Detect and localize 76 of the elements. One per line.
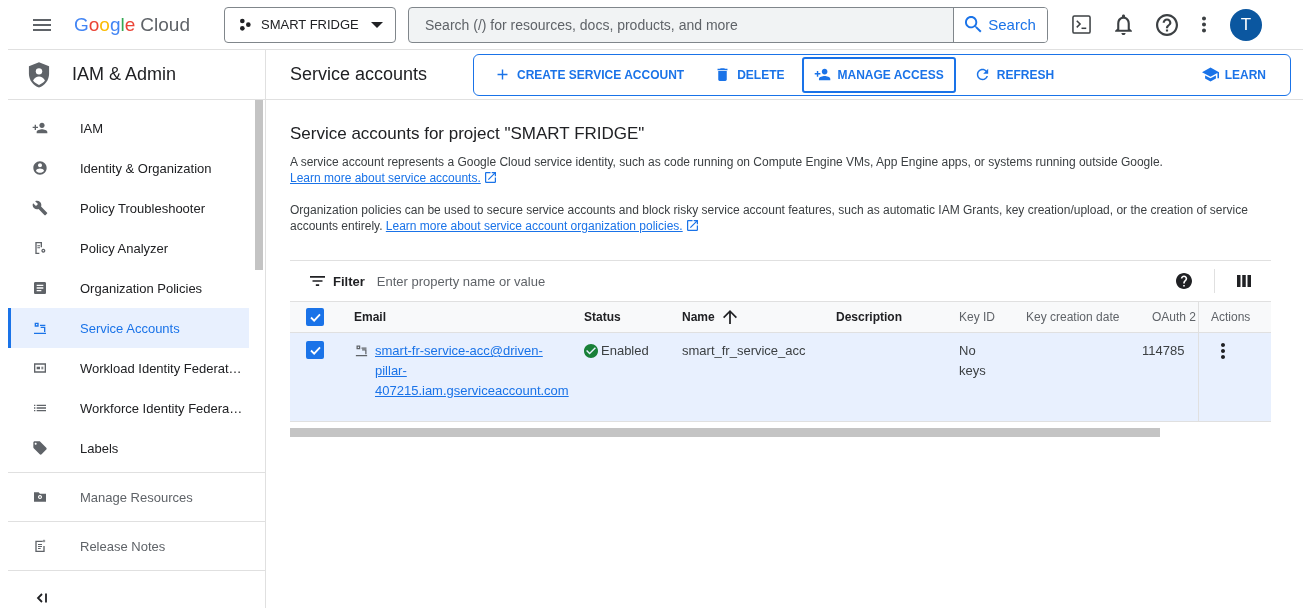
toolbar-button[interactable]: REFRESH xyxy=(961,56,1067,93)
help-icon[interactable] xyxy=(1156,13,1178,36)
description-paragraph: A service account represents a Google Cloud service identity, such as code running on Compute Engine VMs, App Engine apps, or systems running outside Google. Learn more about service accounts. xyxy=(290,154,1164,186)
collapse-icon[interactable] xyxy=(36,593,48,603)
more-icon[interactable] xyxy=(1221,343,1225,359)
sidebar-item[interactable]: Service Accounts xyxy=(8,308,249,348)
note-icon xyxy=(32,280,48,296)
check-icon xyxy=(309,312,321,322)
search-button[interactable]: Search xyxy=(953,7,1047,42)
project-icon xyxy=(237,16,253,33)
learn-more-link[interactable]: Learn more about service accounts. xyxy=(290,171,496,185)
search-icon xyxy=(965,16,983,33)
sidebar-item[interactable]: Manage Resources xyxy=(8,473,265,522)
sidebar-item[interactable]: Policy Analyzer xyxy=(8,228,249,268)
column-header[interactable]: OAuth 2 xyxy=(1152,310,1197,324)
column-header[interactable]: Name xyxy=(682,310,737,324)
column-header[interactable]: Key creation date xyxy=(1026,310,1120,324)
more-icon[interactable] xyxy=(1202,16,1206,33)
table-cell: 114785 xyxy=(1142,343,1185,358)
graduation-cap-icon xyxy=(1201,67,1219,82)
tag-icon xyxy=(32,440,48,456)
sidebar-item[interactable]: Workforce Identity Federa… xyxy=(8,388,249,428)
project-picker[interactable]: SMART FRIDGE xyxy=(224,6,396,43)
columns-icon[interactable] xyxy=(1237,275,1251,287)
shield-person-icon xyxy=(28,61,50,88)
sidebar-item[interactable]: Identity & Organization xyxy=(8,148,249,188)
service-account-icon xyxy=(354,343,369,358)
external-link-icon xyxy=(686,220,698,231)
column-header[interactable]: Actions xyxy=(1211,310,1251,324)
terminal-icon[interactable] xyxy=(1072,15,1091,34)
google-cloud-logo[interactable]: Google Cloud xyxy=(74,13,190,36)
section-heading: Service accounts for project "SMART FRIDGE" xyxy=(290,124,646,144)
toolbar-button[interactable]: CREATE SERVICE ACCOUNT xyxy=(482,56,697,93)
learn-button[interactable]: LEARN xyxy=(1189,56,1278,93)
column-header[interactable]: Status xyxy=(584,310,621,324)
learn-more-link[interactable]: Learn more about service account organization policies. xyxy=(385,219,698,233)
row-checkbox[interactable] xyxy=(306,341,324,359)
table-cell: smart_fr_service_acc xyxy=(682,343,806,358)
help-icon[interactable] xyxy=(1176,273,1192,289)
sidebar-item[interactable]: Release Notes xyxy=(8,522,265,571)
sidebar-item[interactable]: Labels xyxy=(8,428,249,468)
description-paragraph: Organization policies can be used to secure service accounts and block risky service account features, such as automatic IAM Grants, key creation/upload, or the creation of service accounts entirely. Learn more about service account organization policies. xyxy=(290,202,1249,234)
menu-icon[interactable] xyxy=(33,18,51,31)
column-header[interactable]: Email xyxy=(354,310,386,324)
search-field[interactable]: Search (/) for resources, docs, products, and more Search xyxy=(408,6,1048,43)
folder-gear-icon xyxy=(32,489,48,505)
select-all-checkbox[interactable] xyxy=(306,308,324,326)
document-icon xyxy=(32,240,48,256)
avatar[interactable]: T xyxy=(1230,8,1262,41)
sidebar-item[interactable]: Policy Troubleshooter xyxy=(8,188,249,228)
external-link-icon xyxy=(484,172,496,183)
page-title: Service accounts xyxy=(290,64,429,85)
notes-icon xyxy=(32,538,48,554)
check-icon xyxy=(309,345,321,355)
scrollbar[interactable] xyxy=(290,428,1160,437)
wrench-icon xyxy=(32,200,48,216)
person-add-icon xyxy=(814,66,832,83)
toolbar-button[interactable]: DELETE xyxy=(702,56,797,93)
sidebar-item[interactable]: IAM xyxy=(8,108,249,148)
person-add-icon xyxy=(32,120,48,136)
status-text: Enabled xyxy=(601,342,649,360)
filter-label: Filter xyxy=(333,273,365,289)
sort-up-icon xyxy=(722,310,737,324)
toolbar-button[interactable]: MANAGE ACCESS xyxy=(802,56,956,93)
filter-icon[interactable] xyxy=(310,276,325,286)
sidebar-item[interactable]: Organization Policies xyxy=(8,268,249,308)
service-account-icon xyxy=(32,320,48,336)
caret-icon xyxy=(371,21,383,28)
column-header[interactable]: Description xyxy=(836,310,902,324)
sidebar-title: IAM & Admin xyxy=(72,64,177,85)
sidebar-item[interactable]: Workload Identity Federat… xyxy=(8,348,249,388)
column-header[interactable]: Key ID xyxy=(959,310,995,324)
scrollbar[interactable] xyxy=(255,100,263,270)
bell-icon[interactable] xyxy=(1115,14,1132,35)
table-cell-text: No keys xyxy=(959,342,987,380)
card-icon xyxy=(32,360,48,376)
